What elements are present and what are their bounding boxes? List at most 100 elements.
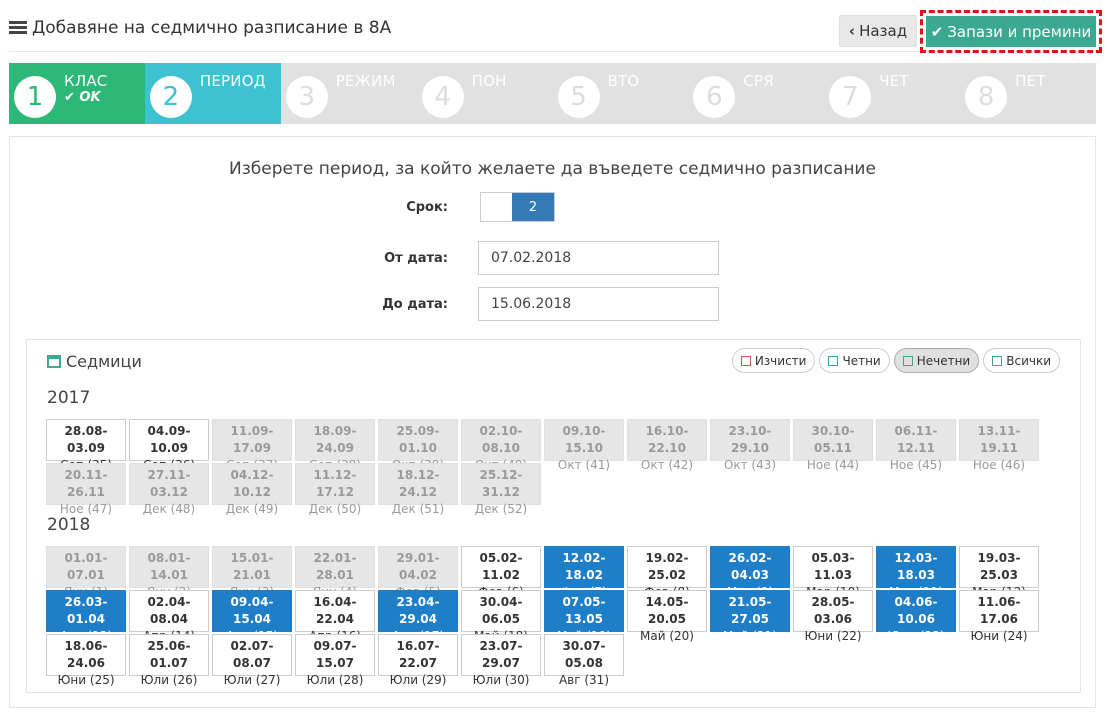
- week-dates: 16.07-22.07: [396, 639, 440, 670]
- toggle-knob: [481, 193, 512, 221]
- week-cell[interactable]: 23.04-29.04Апр (17): [378, 590, 458, 643]
- week-dates: 05.03-11.03: [811, 551, 855, 582]
- week-dates: 26.03-01.04: [64, 595, 108, 626]
- week-cell[interactable]: 02.04-08.04Апр (14): [129, 590, 209, 643]
- week-cell[interactable]: 09.07-15.07 Юли (28): [295, 634, 375, 687]
- wizard-step[interactable]: 4 ПОН: [417, 63, 553, 124]
- wizard-step[interactable]: 6 СРЯ: [688, 63, 824, 124]
- to-date-input[interactable]: [478, 287, 719, 321]
- step-label: СРЯ: [743, 72, 774, 90]
- week-cell[interactable]: 11.06-17.06 Юни (24): [959, 590, 1039, 643]
- week-dates: 21.05-27.05: [728, 595, 772, 626]
- week-cell[interactable]: 25.06-01.07 Юли (26): [129, 634, 209, 687]
- clear-button[interactable]: Изчисти: [731, 348, 816, 373]
- week-month-number: Дек (49): [225, 502, 279, 516]
- week-cell[interactable]: 19.03-25.03Мар (12): [959, 546, 1039, 599]
- week-cell[interactable]: 07.05-13.05Май (19): [544, 590, 624, 643]
- week-cell[interactable]: 12.03-18.03Мар (11): [876, 546, 956, 599]
- step-label: ВТО: [607, 72, 640, 90]
- week-cell: 25.12-31.12 Дек (52): [461, 463, 541, 516]
- week-cell[interactable]: 19.02-25.02Фев (8): [627, 546, 707, 599]
- step-number: 4: [421, 76, 464, 118]
- odd-weeks-button[interactable]: Нечетни: [893, 348, 980, 373]
- week-dates: 09.04-15.04: [230, 595, 274, 626]
- step-label: ПЕРИОД: [199, 72, 266, 90]
- all-weeks-button[interactable]: Всички: [983, 348, 1060, 373]
- step-number: 2: [149, 76, 192, 118]
- week-cell[interactable]: 26.02-04.03Мар (9): [710, 546, 790, 599]
- week-dates: 02.07-08.07: [230, 639, 274, 670]
- step-number: 1: [14, 76, 56, 118]
- week-dates: 19.02-25.02: [645, 551, 689, 582]
- term-value: 2: [512, 193, 554, 221]
- calendar-minus-icon: [902, 355, 913, 366]
- week-dates: 18.09-24.09: [313, 424, 357, 455]
- save-and-continue-button[interactable]: ✔ Запази и премини: [926, 16, 1096, 47]
- week-dates: 11.12-17.12: [313, 468, 357, 499]
- week-cell[interactable]: 05.03-11.03Мар (10): [793, 546, 873, 599]
- week-dates: 09.10-15.10: [562, 424, 606, 455]
- week-cell: 30.10-05.11 Ное (44): [793, 419, 873, 472]
- step-label: ПОН: [471, 72, 507, 90]
- week-dates: 25.12-31.12: [479, 468, 523, 499]
- week-dates: 30.07-05.08: [562, 639, 606, 670]
- wizard-step[interactable]: 3 РЕЖИМ: [281, 63, 417, 124]
- week-cell[interactable]: 09.04-15.04Апр (15): [212, 590, 292, 643]
- week-cell: 15.01-21.01Яну (3): [212, 546, 292, 599]
- week-dates: 28.05-03.06: [811, 595, 855, 626]
- week-cell[interactable]: 04.06-10.06 Юни (23): [876, 590, 956, 643]
- step-number: 7: [829, 76, 872, 118]
- wizard-step[interactable]: 2 ПЕРИОД: [144, 63, 281, 124]
- step-number: 5: [557, 76, 600, 118]
- week-dates: 26.02-04.03: [728, 551, 772, 582]
- week-cell[interactable]: 26.03-01.04Апр (13): [46, 590, 126, 643]
- week-cell[interactable]: 16.07-22.07 Юли (29): [378, 634, 458, 687]
- wizard-step[interactable]: 8 ПЕТ: [960, 63, 1096, 124]
- week-cell[interactable]: 16.04-22.04Апр (16): [295, 590, 375, 643]
- week-cell[interactable]: 12.02-18.02Фев (7): [544, 546, 624, 599]
- week-dates: 20.11-26.11: [64, 468, 108, 499]
- week-month-number: Май (21): [723, 629, 777, 643]
- week-dates: 06.11-12.11: [894, 424, 938, 455]
- week-cell[interactable]: 05.02-11.02Фев (6): [461, 546, 541, 599]
- week-cell: 08.01-14.01Яну (2): [129, 546, 209, 599]
- week-cell[interactable]: 28.08-03.09Сеп (35): [46, 419, 126, 472]
- wizard-step[interactable]: 7 ЧЕТ: [824, 63, 960, 124]
- week-dates: 11.09-17.09: [230, 424, 274, 455]
- week-cell: 02.10-08.10Окт (40): [461, 419, 541, 472]
- week-cell[interactable]: 02.07-08.07 Юли (27): [212, 634, 292, 687]
- week-dates: 27.11-03.12: [147, 468, 191, 499]
- week-cell[interactable]: 28.05-03.06 Юни (22): [793, 590, 873, 643]
- week-cell[interactable]: 30.07-05.08 Авг (31): [544, 634, 624, 687]
- week-month-number: Ное (45): [889, 458, 943, 472]
- chevron-left-icon: ‹: [848, 22, 856, 40]
- even-weeks-button[interactable]: Четни: [819, 348, 890, 373]
- weeks-title: Седмици: [47, 352, 142, 371]
- week-cell[interactable]: 23.07-29.07 Юли (30): [461, 634, 541, 687]
- save-button-label: Запази и премини: [947, 22, 1092, 41]
- week-month-number: Май (20): [640, 629, 694, 643]
- week-cell: 13.11-19.11 Ное (46): [959, 419, 1039, 472]
- from-date-label: От дата:: [384, 251, 448, 266]
- from-date-input[interactable]: [478, 241, 719, 275]
- week-cell[interactable]: 21.05-27.05 Май (21): [710, 590, 790, 643]
- week-cell[interactable]: 14.05-20.05 Май (20): [627, 590, 707, 643]
- week-cell[interactable]: 30.04-06.05Май (18): [461, 590, 541, 643]
- week-dates: 30.10-05.11: [811, 424, 855, 455]
- week-cell[interactable]: 18.06-24.06 Юни (25): [46, 634, 126, 687]
- week-month-number: Окт (42): [640, 458, 694, 472]
- week-cell: 18.12-24.12 Дек (51): [378, 463, 458, 516]
- wizard-step[interactable]: 1 КЛАС ✔ OK: [9, 63, 145, 124]
- week-month-number: Окт (43): [723, 458, 777, 472]
- back-button[interactable]: ‹ Назад: [839, 15, 917, 47]
- week-dates: 18.12-24.12: [396, 468, 440, 499]
- to-date-label: До дата:: [382, 297, 448, 312]
- check-icon: ✔: [64, 90, 80, 105]
- week-month-number: Юли (26): [140, 673, 198, 687]
- page-title-text: Добавяне на седмично разписание в 8А: [32, 18, 392, 38]
- week-cell[interactable]: 04.09-10.09Сеп (36): [129, 419, 209, 472]
- wizard-step[interactable]: 5 ВТО: [553, 63, 689, 124]
- week-dates: 16.10-22.10: [645, 424, 689, 455]
- term-toggle[interactable]: 2: [480, 192, 555, 222]
- week-cell: 06.11-12.11 Ное (45): [876, 419, 956, 472]
